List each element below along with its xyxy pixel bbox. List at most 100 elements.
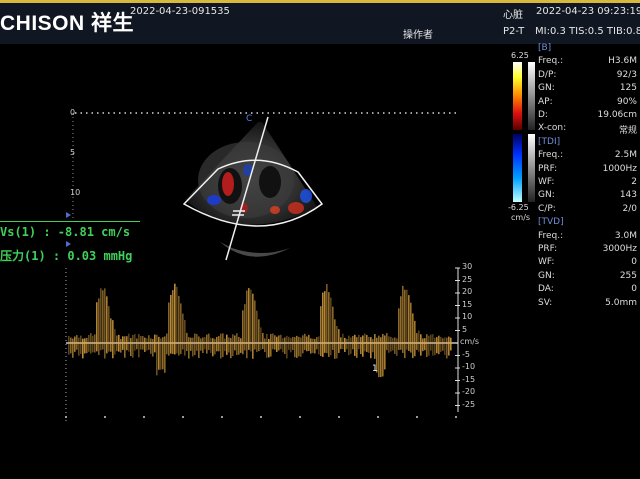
- spectrum-sample: [238, 336, 240, 355]
- spectrum-sample: [76, 335, 78, 350]
- spectrum-sample: [358, 334, 360, 350]
- spectrum-sample: [152, 338, 154, 357]
- spectrum-sample: [310, 338, 312, 354]
- time-dot: [338, 416, 340, 418]
- doppler-tick-label: 30: [462, 262, 473, 271]
- spectrum-sample: [184, 319, 186, 356]
- spectrum-sample: [336, 325, 338, 359]
- spectrum-sample: [80, 335, 82, 354]
- spectrum-sample: [88, 334, 90, 352]
- time-dot: [377, 416, 379, 418]
- spectrum-sample: [278, 335, 280, 351]
- time-dot: [299, 416, 301, 418]
- spectrum-sample: [284, 337, 286, 354]
- spectrum-sample: [332, 306, 334, 350]
- spectrum-sample: [156, 334, 158, 376]
- spectrum-sample: [334, 319, 336, 359]
- spectrum-sample: [302, 335, 304, 354]
- spectrum-sample: [136, 338, 138, 350]
- spectrum-sample: [174, 283, 176, 355]
- spectrum-sample: [416, 333, 418, 350]
- spectrum-sample: [118, 334, 120, 352]
- spectrum-sample: [348, 335, 350, 356]
- spectrum-sample: [368, 336, 370, 353]
- doppler-tick-label: 25: [462, 274, 473, 284]
- spectrum-sample: [436, 337, 438, 354]
- spectrum-sample: [296, 335, 298, 358]
- spectrum-sample: [268, 338, 270, 358]
- spectrum-sample: [342, 333, 344, 350]
- spectrum-sample: [162, 337, 164, 370]
- spectrum-sample: [270, 333, 272, 357]
- spectrum-sample: [404, 289, 406, 359]
- cursor-label: C: [246, 114, 253, 124]
- spectrum-sample: [98, 298, 100, 356]
- spectrum-sample: [294, 337, 296, 358]
- spectrum-sample: [112, 320, 114, 359]
- measurement-divider: [0, 221, 140, 222]
- doppler-tick-label: -20: [462, 387, 476, 396]
- spectrum-sample: [424, 338, 426, 351]
- spectrum-sample: [364, 333, 366, 352]
- spectrum-sample: [190, 337, 192, 351]
- spectrum-sample: [128, 333, 130, 352]
- spectrum-sample: [212, 338, 214, 357]
- spectrum-sample: [442, 338, 444, 351]
- spectrum-sample: [392, 338, 394, 351]
- spectrum-sample: [274, 335, 276, 350]
- spectrum-sample: [90, 333, 92, 354]
- time-dot: [416, 416, 418, 418]
- spectrum-sample: [444, 337, 446, 355]
- focus-marker: [66, 212, 71, 218]
- spectrum-sample: [366, 334, 368, 352]
- spectrum-sample: [308, 334, 310, 352]
- spectrum-sample: [422, 338, 424, 352]
- spectrum-sample: [230, 338, 232, 359]
- spectrum-sample: [148, 335, 150, 350]
- doppler-tick-label: -15: [462, 374, 476, 384]
- spectrum-sample: [74, 336, 76, 352]
- spectrum-sample: [350, 337, 352, 354]
- ultrasound-image: [65, 112, 460, 422]
- spectrum-sample: [430, 334, 432, 351]
- spectrum-sample: [124, 336, 126, 358]
- spectrum-sample: [370, 337, 372, 359]
- spectrum-sample: [246, 290, 248, 359]
- spectrum-sample: [194, 333, 196, 355]
- spectrum-sample: [92, 335, 94, 353]
- spectrum-sample: [206, 334, 208, 354]
- spectrum-sample: [322, 292, 324, 357]
- spectrum-sample: [208, 333, 210, 351]
- spectrum-sample: [386, 333, 388, 351]
- spectrum-sample: [428, 335, 430, 356]
- spectrum-sample: [226, 334, 228, 355]
- spectrum-sample: [264, 338, 266, 353]
- doppler-tick-label: -10: [462, 362, 476, 371]
- spectrum-sample: [250, 289, 252, 352]
- spectrum-sample: [426, 334, 428, 358]
- time-dot: [221, 416, 223, 418]
- spectrum-sample: [258, 319, 260, 352]
- spectrum-sample: [402, 285, 404, 354]
- spectrum-sample: [222, 333, 224, 358]
- time-dot: [182, 416, 184, 418]
- spectrum-sample: [328, 292, 330, 357]
- spectrum-sample: [266, 333, 268, 358]
- doppler-tick-label: 15: [462, 299, 473, 309]
- spectrum-sample: [254, 300, 256, 350]
- spectrum-sample: [168, 302, 170, 356]
- spectrum-sample: [204, 337, 206, 350]
- spectrum-sample: [320, 306, 322, 357]
- spectrum-sample: [286, 335, 288, 359]
- spectrum-sample: [198, 336, 200, 358]
- spectrum-sample: [150, 338, 152, 354]
- spectrum-sample: [252, 293, 254, 359]
- spectrum-sample: [96, 302, 98, 352]
- spectrum-sample: [300, 337, 302, 357]
- spectrum-sample: [86, 337, 88, 354]
- spectrum-sample: [418, 330, 420, 352]
- depth-tick-5: 5: [70, 148, 76, 157]
- spectrum-sample: [380, 337, 382, 378]
- spectrum-sample: [394, 337, 396, 354]
- spectrum-sample: [382, 333, 384, 377]
